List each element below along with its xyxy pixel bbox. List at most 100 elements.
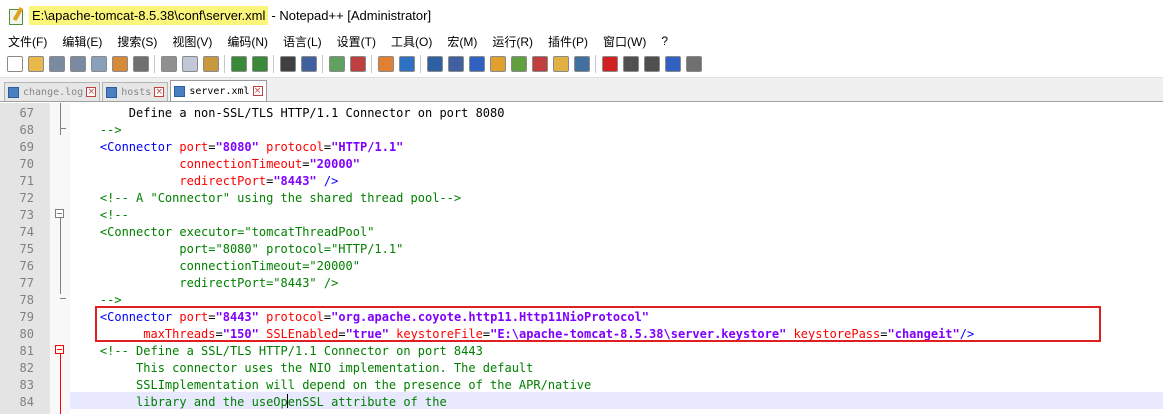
line-number: 71 [19, 174, 34, 188]
line-number: 76 [19, 259, 34, 273]
toolbar-separator [595, 55, 596, 73]
folder-workspace-icon[interactable] [552, 56, 569, 72]
code-line[interactable]: 77 redirectPort="8443" /> [0, 275, 1163, 292]
menu-item-0[interactable]: 文件(F) [8, 33, 47, 50]
code-line[interactable]: 74 <Connector executor="tomcatThreadPool… [0, 224, 1163, 241]
show-all-chars-icon[interactable] [447, 56, 464, 72]
play-multiple-icon[interactable] [664, 56, 681, 72]
token-cmt: <!-- A "Connector" using the shared thre… [71, 191, 462, 205]
token-cmt: --> [71, 123, 122, 137]
close-icon[interactable] [90, 56, 107, 72]
tab-hosts[interactable]: hosts × [102, 82, 169, 101]
record-macro-icon[interactable] [601, 56, 618, 72]
toolbar-separator [154, 55, 155, 73]
doc-map-icon[interactable] [510, 56, 527, 72]
code-line[interactable]: 75 port="8080" protocol="HTTP/1.1" [0, 241, 1163, 258]
code-line[interactable]: 70 connectionTimeout="20000" [0, 156, 1163, 173]
menu-item-8[interactable]: 宏(M) [447, 33, 477, 50]
function-list-icon[interactable] [531, 56, 548, 72]
code-line[interactable]: 76 connectionTimeout="20000" [0, 258, 1163, 275]
zoom-out-icon[interactable] [349, 56, 366, 72]
sync-horizontal-icon[interactable] [398, 56, 415, 72]
line-number: 77 [19, 276, 34, 290]
code-text: redirectPort="8443" /> [71, 173, 338, 190]
copy-icon[interactable] [181, 56, 198, 72]
paste-icon[interactable] [202, 56, 219, 72]
menu-item-2[interactable]: 搜索(S) [117, 33, 157, 50]
code-text: Define a non-SSL/TLS HTTP/1.1 Connector … [71, 105, 505, 122]
menu-item-1[interactable]: 编辑(E) [62, 33, 102, 50]
close-icon[interactable]: × [154, 87, 165, 97]
menu-item-12[interactable]: ? [661, 34, 668, 48]
code-line[interactable]: 82 This connector uses the NIO implement… [0, 360, 1163, 377]
word-wrap-icon[interactable] [426, 56, 443, 72]
code-line[interactable]: 67 Define a non-SSL/TLS HTTP/1.1 Connect… [0, 105, 1163, 122]
token-attr: port [179, 140, 209, 154]
token-cmt: --> [71, 293, 122, 307]
toolbar-separator [224, 55, 225, 73]
sync-vertical-icon[interactable] [377, 56, 394, 72]
annotation-highlight-box [95, 306, 1101, 342]
toolbar-separator [322, 55, 323, 73]
print-icon[interactable] [132, 56, 149, 72]
token-cmt: SSLImplementation will depend on the pre… [71, 378, 592, 392]
tab-label: change.log [23, 86, 84, 98]
monitoring-icon[interactable] [573, 56, 590, 72]
close-icon[interactable]: × [252, 86, 263, 96]
menu-item-7[interactable]: 工具(O) [391, 33, 432, 50]
code-text: redirectPort="8443" /> [71, 275, 338, 292]
code-text: This connector uses the NIO implementati… [71, 360, 533, 377]
code-line[interactable]: 71 redirectPort="8443" /> [0, 173, 1163, 190]
close-all-icon[interactable] [111, 56, 128, 72]
menu-item-11[interactable]: 窗口(W) [603, 33, 646, 50]
token-txt: = [208, 140, 216, 154]
tab-bar: change.log × hosts × server.xml × [0, 78, 1163, 102]
menu-item-10[interactable]: 插件(P) [548, 33, 588, 50]
code-line[interactable]: 73 <!-- [0, 207, 1163, 224]
open-file-icon[interactable] [27, 56, 44, 72]
menu-item-4[interactable]: 编码(N) [227, 33, 268, 50]
tab-server-xml[interactable]: server.xml × [170, 80, 267, 101]
code-line[interactable]: 84 library and the useOpenSSL attribute … [0, 394, 1163, 411]
stop-record-icon[interactable] [622, 56, 639, 72]
token-attr: protocol [266, 140, 324, 154]
notepad-plus-plus-icon [7, 6, 25, 25]
tab-change-log[interactable]: change.log × [4, 82, 101, 101]
zoom-in-icon[interactable] [328, 56, 345, 72]
find-icon[interactable] [279, 56, 296, 72]
save-all-icon[interactable] [69, 56, 86, 72]
tab-label: hosts [121, 86, 152, 98]
menu-item-9[interactable]: 运行(R) [492, 33, 533, 50]
token-tag: /> [316, 174, 339, 188]
token-cmt: library and the useOpenSSL attribute of … [71, 395, 447, 409]
token-val: "20000" [309, 157, 361, 171]
code-line[interactable]: 72 <!-- A "Connector" using the shared t… [0, 190, 1163, 207]
play-macro-icon[interactable] [643, 56, 660, 72]
token-cmt: port="8080" protocol="HTTP/1.1" [71, 242, 404, 256]
code-line[interactable]: 83 SSLImplementation will depend on the … [0, 377, 1163, 394]
editor[interactable]: 67 Define a non-SSL/TLS HTTP/1.1 Connect… [0, 103, 1163, 414]
text-caret [287, 394, 288, 408]
code-line[interactable]: 81 <!-- Define a SSL/TLS HTTP/1.1 Connec… [0, 343, 1163, 360]
token-cmt: <!-- Define a SSL/TLS HTTP/1.1 Connector… [71, 344, 483, 358]
save-macro-icon[interactable] [685, 56, 702, 72]
toolbar-separator [273, 55, 274, 73]
code-line[interactable]: 69 <Connector port="8080" protocol="HTTP… [0, 139, 1163, 156]
menu-item-3[interactable]: 视图(V) [172, 33, 212, 50]
save-icon[interactable] [48, 56, 65, 72]
new-file-icon[interactable] [6, 56, 23, 72]
code-text: library and the useOpenSSL attribute of … [71, 394, 447, 411]
replace-icon[interactable] [300, 56, 317, 72]
line-number: 82 [19, 361, 34, 375]
code-text: connectionTimeout="20000" [71, 156, 360, 173]
close-icon[interactable]: × [86, 87, 97, 97]
indent-guide-icon[interactable] [468, 56, 485, 72]
cut-icon[interactable] [160, 56, 177, 72]
undo-icon[interactable] [230, 56, 247, 72]
udl-icon[interactable] [489, 56, 506, 72]
token-cmt: redirectPort="8443" /> [71, 276, 339, 290]
code-line[interactable]: 68 --> [0, 122, 1163, 139]
menu-item-6[interactable]: 设置(T) [337, 33, 376, 50]
redo-icon[interactable] [251, 56, 268, 72]
menu-item-5[interactable]: 语言(L) [283, 33, 322, 50]
